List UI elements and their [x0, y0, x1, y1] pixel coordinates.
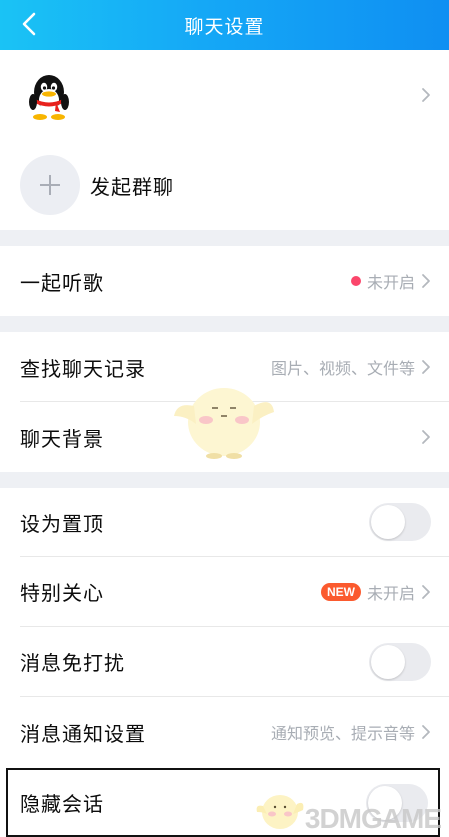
add-member-button[interactable]	[20, 155, 80, 215]
top-bar: 聊天设置	[0, 0, 449, 50]
watermark-mascot-icon	[256, 795, 304, 829]
notification-hint: 通知预览、提示音等	[270, 724, 415, 743]
notification-hint-wrap: 通知预览、提示音等	[271, 720, 431, 744]
chevron-right-icon	[422, 360, 430, 374]
chat-background-chevron-wrap	[421, 429, 431, 445]
profile-chevron-wrap	[421, 87, 431, 103]
back-arrow-icon[interactable]	[16, 9, 44, 39]
search-history-hint-wrap: 图片、视频、文件等	[271, 355, 431, 379]
chevron-right-icon	[422, 88, 430, 102]
settings-card: 设为置顶 特别关心 NEW 未开启 消息免打扰 消息通知设置 通知预览、提示音等…	[0, 488, 449, 837]
chevron-right-icon	[422, 725, 430, 739]
special-care-status-wrap: NEW 未开启	[320, 580, 431, 604]
listen-together-status-text: 未开启	[366, 273, 415, 292]
chevron-right-icon	[422, 584, 430, 599]
pin-toggle[interactable]	[369, 503, 431, 541]
dnd-row: 消息免打扰	[0, 627, 449, 696]
search-history-hint: 图片、视频、文件等	[270, 359, 415, 378]
qq-penguin-icon[interactable]	[26, 70, 72, 122]
dnd-label: 消息免打扰	[20, 651, 125, 675]
special-care-label: 特别关心	[20, 581, 104, 605]
notification-settings-row[interactable]: 消息通知设置 通知预览、提示音等	[0, 697, 449, 767]
profile-card: 发起群聊	[0, 50, 449, 230]
new-badge: NEW	[320, 582, 361, 601]
page-title: 聊天设置	[184, 15, 265, 38]
chevron-right-icon	[422, 430, 430, 444]
pin-row: 设为置顶	[0, 488, 449, 556]
watermark-logo: 3DMGAME	[304, 803, 442, 834]
toggle-knob	[371, 505, 405, 539]
mascot-sticker-icon	[174, 388, 274, 459]
start-group-row[interactable]: 发起群聊	[0, 140, 449, 230]
listen-together-status: 未开启	[350, 269, 431, 293]
notification-settings-label: 消息通知设置	[20, 721, 146, 746]
special-care-status: 未开启	[366, 583, 415, 603]
listen-card: 一起听歌 未开启	[0, 246, 449, 316]
profile-row[interactable]	[0, 50, 449, 140]
listen-together-label: 一起听歌	[20, 270, 104, 295]
status-dot	[350, 276, 361, 286]
chat-background-label: 聊天背景	[20, 426, 104, 451]
start-group-label: 发起群聊	[90, 174, 174, 199]
dnd-toggle[interactable]	[369, 642, 431, 681]
pin-label: 设为置顶	[20, 511, 104, 536]
special-care-row[interactable]: 特别关心 NEW 未开启	[0, 557, 449, 626]
search-history-label: 查找聊天记录	[20, 356, 146, 381]
hide-chat-label: 隐藏会话	[20, 792, 104, 816]
listen-together-row[interactable]: 一起听歌 未开启	[0, 246, 449, 316]
chevron-right-icon	[422, 274, 430, 288]
plus-icon	[40, 175, 60, 195]
toggle-knob	[371, 644, 405, 679]
